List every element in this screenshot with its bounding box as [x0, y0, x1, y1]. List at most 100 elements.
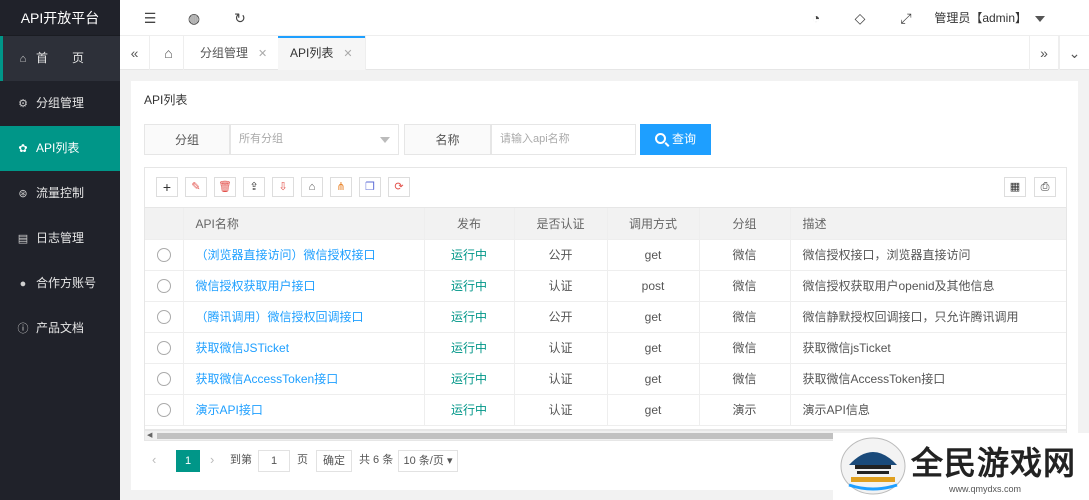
scrollbar-thumb[interactable]	[157, 433, 837, 439]
table-row[interactable]: （腾讯调用）微信授权回调接口 运行中 公开 get 微信 微信静默授权回调接口，…	[145, 301, 1066, 333]
sidebar-item-partner-account[interactable]: ● 合作方账号	[0, 261, 120, 306]
next-page-button[interactable]: ›	[210, 450, 214, 472]
table-header-row: API名称 发布 是否认证 调用方式 分组 描述	[145, 208, 1066, 240]
publish-icon[interactable]: ⌂	[301, 177, 323, 197]
auth-cell: 认证	[514, 332, 608, 364]
home-tab-icon[interactable]: ⌂	[154, 36, 184, 70]
api-table: API名称 发布 是否认证 调用方式 分组 描述 （浏览器直接访问）微信授权接口…	[144, 207, 1067, 430]
column-header[interactable]: 是否认证	[514, 208, 608, 240]
sidebar-item-flow-control[interactable]: ⊛ 流量控制	[0, 171, 120, 216]
desc-cell: 微信授权接口，浏览器直接访问	[790, 239, 1066, 271]
api-icon: ✿	[18, 143, 28, 155]
tabs-scroll-right-icon[interactable]: »	[1029, 36, 1059, 70]
tab-label: API列表	[290, 46, 334, 60]
sidebar-item-label: 流量控制	[36, 186, 85, 200]
row-radio[interactable]	[156, 402, 171, 417]
refresh-icon[interactable]: ↻	[228, 0, 252, 36]
row-radio[interactable]	[156, 247, 171, 262]
sidebar-item-api-list[interactable]: ✿ API列表	[0, 126, 120, 171]
fullscreen-icon[interactable]: ⤢	[894, 0, 918, 36]
table-row[interactable]: 演示API接口 运行中 认证 get 演示 演示API信息	[145, 394, 1066, 426]
method-cell: get	[607, 301, 700, 333]
column-header[interactable]: 发布	[424, 208, 515, 240]
api-name-link[interactable]: 获取微信JSTicket	[196, 341, 290, 355]
row-radio[interactable]	[156, 371, 171, 386]
chevron-down-icon[interactable]: ⌄	[1059, 36, 1089, 70]
copy-icon[interactable]: ❐	[359, 177, 381, 197]
column-header[interactable]: 描述	[790, 208, 1066, 240]
sidebar-item-label: 产品文档	[36, 321, 85, 335]
row-radio[interactable]	[156, 309, 171, 324]
desc-cell: 演示API信息	[790, 394, 1066, 426]
status-text: 运行中	[450, 279, 487, 293]
page-size-select[interactable]: 10 条/页 ▾	[398, 450, 458, 472]
menu-toggle-icon[interactable]: ☰	[138, 0, 162, 36]
sidebar-item-label: 日志管理	[36, 231, 85, 245]
watermark-text: 全民游戏网	[911, 444, 1077, 482]
row-radio[interactable]	[156, 278, 171, 293]
add-icon[interactable]: +	[156, 177, 178, 197]
name-search-input[interactable]: 请输入api名称	[491, 124, 636, 155]
row-radio[interactable]	[156, 340, 171, 355]
tab-api-list[interactable]: API列表 ✕	[278, 36, 366, 70]
tabs-scroll-left-icon[interactable]: «	[120, 36, 150, 70]
export-icon[interactable]: ⇩	[272, 177, 294, 197]
dashboard-icon[interactable]: ◔	[804, 0, 828, 36]
search-icon	[654, 133, 666, 144]
edit-icon[interactable]: ✎	[185, 177, 207, 197]
status-text: 运行中	[450, 403, 487, 417]
column-header[interactable]: 调用方式	[607, 208, 700, 240]
api-name-link[interactable]: 微信授权获取用户接口	[196, 279, 316, 293]
auth-cell: 公开	[514, 301, 608, 333]
print-icon[interactable]: ⎙	[1034, 177, 1056, 197]
sidebar-item-group-management[interactable]: ⚙ 分组管理	[0, 81, 120, 126]
api-name-link[interactable]: 获取微信AccessToken接口	[196, 372, 339, 386]
table-row[interactable]: 获取微信JSTicket 运行中 认证 get 微信 获取微信jsTicket	[145, 332, 1066, 364]
log-icon: ▤	[17, 233, 29, 245]
method-cell: post	[607, 270, 700, 302]
user-icon: ●	[19, 278, 27, 290]
table-row[interactable]: 获取微信AccessToken接口 运行中 认证 get 微信 获取微信Acce…	[145, 363, 1066, 395]
status-text: 运行中	[450, 248, 487, 262]
prev-page-button[interactable]: ‹	[152, 450, 156, 472]
status-text: 运行中	[450, 372, 487, 386]
name-search-placeholder: 请输入api名称	[500, 133, 570, 145]
query-button[interactable]: 查询	[640, 124, 711, 155]
group-cell: 微信	[699, 363, 791, 395]
sidebar-item-log-management[interactable]: ▤ 日志管理	[0, 216, 120, 261]
tag-icon[interactable]: ◇	[848, 0, 872, 36]
sidebar-item-home[interactable]: ⌂ 首 页	[0, 36, 120, 81]
globe-icon[interactable]: ◍	[182, 0, 206, 36]
name-label: 名称	[404, 124, 491, 155]
column-header[interactable]: API名称	[183, 208, 425, 240]
info-icon: ⓘ	[17, 323, 29, 335]
import-icon[interactable]: ⇪	[243, 177, 265, 197]
home-icon: ⌂	[19, 53, 27, 65]
structure-icon[interactable]: ⋔	[330, 177, 352, 197]
brand-title: API开放平台	[0, 0, 120, 36]
close-icon[interactable]: ✕	[258, 48, 267, 60]
table-row[interactable]: （浏览器直接访问）微信授权接口 运行中 公开 get 微信 微信授权接口，浏览器…	[145, 239, 1066, 271]
page-unit-label: 页	[297, 454, 308, 466]
method-cell: get	[607, 239, 700, 271]
scroll-left-icon[interactable]: ◀	[147, 431, 152, 440]
delete-icon[interactable]: 🗑	[214, 177, 236, 197]
desc-cell: 微信授权获取用户openid及其他信息	[790, 270, 1066, 302]
tabs-bar: « ⌂ 分组管理 ✕ API列表 ✕ » ⌄	[120, 36, 1089, 70]
close-icon[interactable]: ✕	[343, 48, 352, 60]
user-menu[interactable]: 管理员【admin】	[934, 0, 1045, 36]
table-row[interactable]: 微信授权获取用户接口 运行中 认证 post 微信 微信授权获取用户openid…	[145, 270, 1066, 302]
sidebar-item-product-docs[interactable]: ⓘ 产品文档	[0, 306, 120, 351]
group-cell: 微信	[699, 332, 791, 364]
api-name-link[interactable]: 演示API接口	[196, 403, 263, 417]
sync-icon[interactable]: ⟳	[388, 177, 410, 197]
confirm-button[interactable]: 确定	[316, 450, 352, 472]
column-header[interactable]: 分组	[699, 208, 791, 240]
group-select[interactable]: 所有分组	[230, 124, 399, 155]
api-name-link[interactable]: （腾讯调用）微信授权回调接口	[196, 310, 364, 324]
api-name-link[interactable]: （浏览器直接访问）微信授权接口	[196, 248, 376, 262]
columns-icon[interactable]: ▦	[1004, 177, 1026, 197]
goto-page-input[interactable]: 1	[258, 450, 290, 472]
tab-group-management[interactable]: 分组管理 ✕	[188, 36, 281, 70]
current-page[interactable]: 1	[176, 450, 200, 472]
